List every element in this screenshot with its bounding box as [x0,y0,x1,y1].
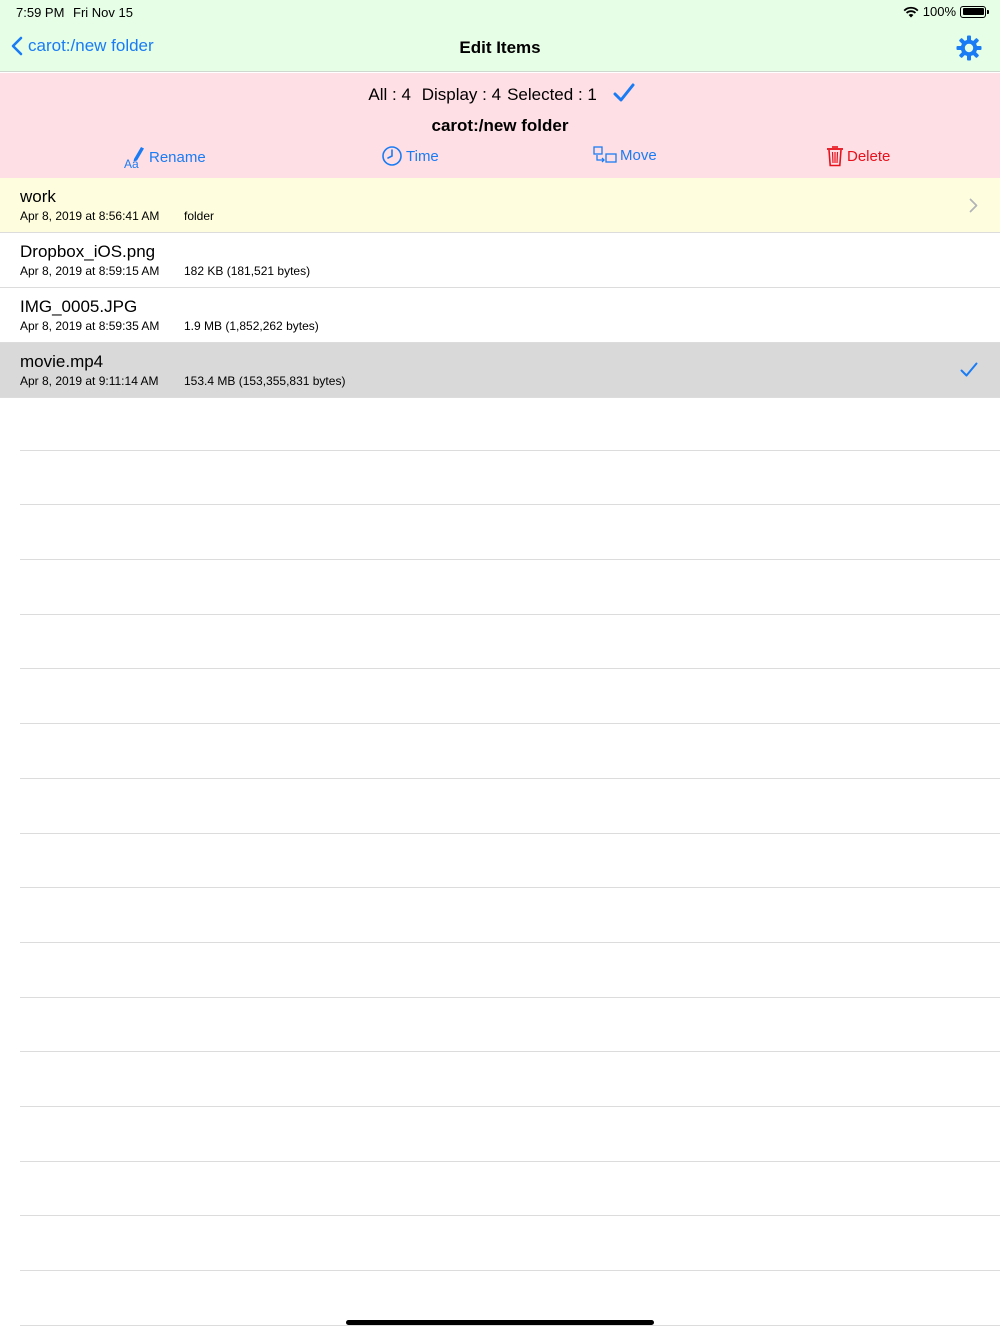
gear-icon[interactable] [956,35,982,61]
trash-icon [827,146,843,167]
row-separator [20,560,1000,615]
item-meta: 153.4 MB (153,355,831 bytes) [184,374,346,388]
item-meta: 182 KB (181,521 bytes) [184,264,311,278]
count-selected: Selected : 1 [507,85,597,104]
row-separator [20,724,1000,779]
chevron-right-icon [969,198,978,213]
list-item[interactable]: Dropbox_iOS.png Apr 8, 2019 at 8:59:15 A… [0,233,1000,288]
item-name: movie.mp4 [20,352,104,371]
row-separator [20,396,1000,451]
rename-icon: Aa [124,147,144,169]
delete-button[interactable]: Delete [826,145,890,167]
row-separator [20,1216,1000,1271]
navigation-bar: carot:/new folder Edit Items [0,24,1000,72]
file-list: work Apr 8, 2019 at 8:56:41 AM folder Dr… [0,178,1000,398]
row-separator [20,615,1000,670]
time-button[interactable]: Time [381,145,439,167]
status-time: 7:59 PM [16,5,65,20]
item-name: Dropbox_iOS.png [20,242,156,261]
checkmark-icon [960,362,978,377]
svg-text:Aa: Aa [124,157,139,169]
list-item-folder[interactable]: work Apr 8, 2019 at 8:56:41 AM folder [0,178,1000,233]
row-separator [20,1107,1000,1162]
status-indicators: 100% [903,4,989,19]
list-item-selected[interactable]: movie.mp4 Apr 8, 2019 at 9:11:14 AM 153.… [0,343,1000,398]
list-item[interactable]: IMG_0005.JPG Apr 8, 2019 at 8:59:35 AM 1… [0,288,1000,343]
row-separator [20,834,1000,889]
rename-button[interactable]: Aa Rename [124,145,206,169]
status-date: Fri Nov 15 [73,5,133,20]
row-separator [20,888,1000,943]
battery-percent: 100% [922,4,956,19]
rename-label: Rename [149,148,206,166]
selection-info-panel: All : 4 Display : 4 Selected : 1 carot:/n… [0,73,1000,178]
clock-icon [382,146,402,166]
row-separator [20,669,1000,725]
status-bar: 7:59 PM Fri Nov 15 100% [0,0,1000,24]
page-title: Edit Items [459,38,541,57]
item-date: Apr 8, 2019 at 9:11:14 AM [20,374,159,388]
time-label: Time [406,147,439,165]
row-separator [20,779,1000,834]
item-date: Apr 8, 2019 at 8:59:15 AM [20,264,160,278]
count-display: Display : 4 [421,85,502,104]
item-name: work [20,187,56,206]
top-bar: 7:59 PM Fri Nov 15 100% carot:/new folde… [0,0,1000,72]
item-date: Apr 8, 2019 at 8:56:41 AM [20,209,160,223]
row-separator [20,998,1000,1053]
row-separator [20,1271,1000,1326]
item-meta: folder [184,209,215,223]
delete-label: Delete [847,147,891,165]
home-indicator[interactable] [346,1320,654,1325]
row-separator [20,1052,1000,1107]
count-all: All : 4 [368,85,411,104]
item-counts: All : 4 Display : 4 Selected : 1 [0,83,1000,105]
action-toolbar: Aa Rename Time Move Delete [0,145,1000,173]
move-button[interactable]: Move [593,145,657,165]
row-separator [20,505,1000,561]
select-all-checkmark-icon[interactable] [613,83,635,103]
wifi-icon [903,6,919,17]
empty-list-rows [20,396,1000,1326]
row-separator [20,451,1000,506]
item-meta: 1.9 MB (1,852,262 bytes) [184,319,319,333]
row-separator [20,943,1000,998]
item-date: Apr 8, 2019 at 8:59:35 AM [20,319,160,333]
item-name: IMG_0005.JPG [20,297,138,316]
move-label: Move [620,146,657,164]
move-folders-icon [593,146,617,163]
battery-icon [960,5,989,18]
row-separator [20,1162,1000,1217]
current-path: carot:/new folder [431,116,569,135]
